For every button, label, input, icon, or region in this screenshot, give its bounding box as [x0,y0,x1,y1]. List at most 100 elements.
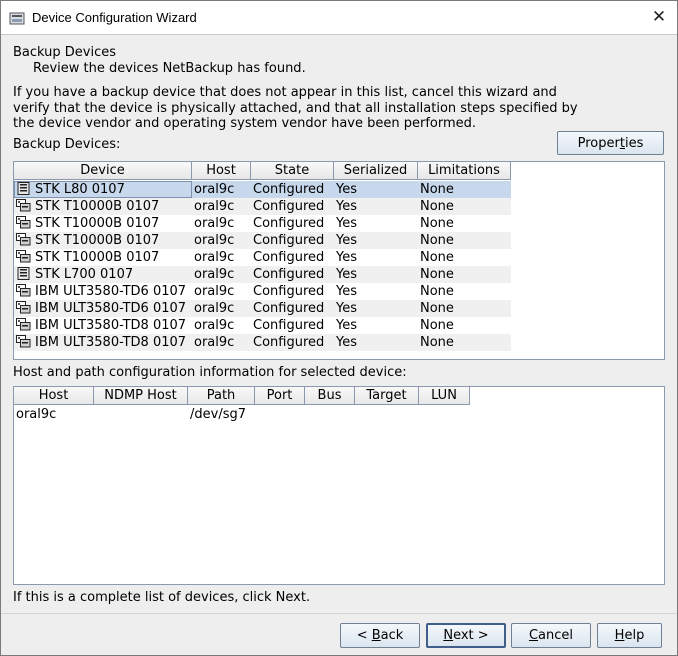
cell-limitations: None [418,283,511,300]
properties-label-post: ies [624,136,644,151]
cell-host: oral9c [192,181,251,198]
col-header-path[interactable]: Path [188,387,255,405]
table-row[interactable]: STK L80 0107 oral9c Configured Yes None [14,181,511,198]
table-row[interactable]: STK T10000B 0107 oral9c Configured Yes None [14,232,511,249]
table-row[interactable]: STK T10000B 0107 oral9c Configured Yes None [14,215,511,232]
col-header-serialized[interactable]: Serialized [334,162,418,180]
cell-limitations-text: None [420,318,454,333]
cell-host: oral9c [192,317,251,334]
cell-device: STK L700 0107 [14,266,192,283]
col-header-state[interactable]: State [251,162,334,180]
cell-state-text: Configured [253,182,325,197]
cell-host-text: oral9c [194,199,235,214]
footer-hint: If this is a complete list of devices, c… [13,590,311,605]
cell-serialized: Yes [334,266,418,283]
cell-serialized: Yes [334,283,418,300]
cell-host-text: oral9c [194,250,235,265]
cell-state-text: Configured [253,335,325,350]
cell-serialized-text: Yes [336,318,357,333]
next-button[interactable]: Next > [426,623,506,648]
help-button[interactable]: Help [597,623,662,648]
cell-host-text: oral9c [194,301,235,316]
col-header-device[interactable]: Device [14,162,192,180]
cell-state: Configured [251,181,334,198]
cancel-button[interactable]: Cancel [511,623,591,648]
col-header-port[interactable]: Port [255,387,305,405]
cell-serialized: Yes [334,334,418,351]
col-header-ndmp-host[interactable]: NDMP Host [94,387,188,405]
cell-limitations-text: None [420,199,454,214]
cell-device-text: STK L700 0107 [35,267,134,282]
cell-device-text: STK L80 0107 [35,182,125,197]
cell-device-text: IBM ULT3580-TD8 0107 [35,318,187,333]
cell-device: IBM ULT3580-TD8 0107 [14,317,192,334]
cell-state: Configured [251,334,334,351]
cell-serialized: Yes [334,249,418,266]
cancel-label-accel: C [528,628,539,643]
robot-library-icon [17,182,30,195]
devices-table-header: Device Host State Serialized Limitations [14,162,511,180]
col-header-path-host[interactable]: Host [14,387,94,405]
title-bar[interactable]: Device Configuration Wizard ✕ [1,1,677,34]
path-table-header: Host NDMP Host Path Port Bus Target LUN [14,387,470,405]
back-label-post: ack [380,628,404,643]
tape-drive-icon [16,250,31,263]
cell-limitations-text: None [420,301,454,316]
cell-serialized-text: Yes [336,284,357,299]
properties-label-pre: Proper [577,136,620,151]
cell-limitations-text: None [420,250,454,265]
cell-state-text: Configured [253,250,325,265]
col-header-bus[interactable]: Bus [305,387,355,405]
close-button[interactable]: ✕ [649,7,669,27]
backup-devices-label: Backup Devices: [13,137,121,152]
cell-serialized-text: Yes [336,233,357,248]
cell-device-text: STK T10000B 0107 [35,216,160,231]
app-icon [9,12,25,25]
tape-drive-icon [16,335,31,348]
table-row[interactable]: STK T10000B 0107 oral9c Configured Yes None [14,198,511,215]
cell-state-text: Configured [253,199,325,214]
col-header-host[interactable]: Host [192,162,251,180]
cell-limitations: None [418,198,511,215]
cell-serialized-text: Yes [336,216,357,231]
cell-host: oral9c [192,283,251,300]
cell-serialized: Yes [334,232,418,249]
col-header-target[interactable]: Target [355,387,419,405]
cell-limitations: None [418,300,511,317]
cell-ndmp-host [94,406,188,423]
cell-host: oral9c [192,198,251,215]
help-label-accel: H [614,628,625,643]
cell-serialized: Yes [334,300,418,317]
cell-device: STK L80 0107 [14,181,192,198]
cell-device: STK T10000B 0107 [14,198,192,215]
cell-path: /dev/sg7 [188,406,255,423]
table-row[interactable]: STK L700 0107 oral9c Configured Yes None [14,266,511,283]
path-config-table[interactable]: Host NDMP Host Path Port Bus Target LUN … [13,386,665,585]
col-header-lun[interactable]: LUN [419,387,470,405]
cell-host: oral9c [192,215,251,232]
cell-device-text: IBM ULT3580-TD8 0107 [35,335,187,350]
cell-device-text: STK T10000B 0107 [35,199,160,214]
cell-serialized-text: Yes [336,335,357,350]
cell-host: oral9c [192,334,251,351]
table-row[interactable]: IBM ULT3580-TD6 0107 oral9c Configured Yes N… [14,283,511,300]
cell-limitations-text: None [420,182,454,197]
cell-limitations: None [418,215,511,232]
cell-host-text: oral9c [194,267,235,282]
path-table-row[interactable]: oral9c/dev/sg7 [14,406,470,423]
table-row[interactable]: IBM ULT3580-TD8 0107 oral9c Configured Yes N… [14,334,511,351]
table-row[interactable]: IBM ULT3580-TD6 0107 oral9c Configured Yes N… [14,300,511,317]
col-header-limitations[interactable]: Limitations [418,162,511,180]
cell-lun [419,406,470,423]
cell-state: Configured [251,317,334,334]
cell-state-text: Configured [253,233,325,248]
cell-limitations: None [418,334,511,351]
properties-button[interactable]: Properties [557,131,664,155]
cell-serialized: Yes [334,215,418,232]
backup-devices-table[interactable]: Device Host State Serialized Limitations… [13,161,665,360]
cell-serialized: Yes [334,181,418,198]
table-row[interactable]: STK T10000B 0107 oral9c Configured Yes None [14,249,511,266]
cell-host: oral9c [14,406,94,423]
back-button[interactable]: < Back [340,623,420,648]
table-row[interactable]: IBM ULT3580-TD8 0107 oral9c Configured Yes N… [14,317,511,334]
